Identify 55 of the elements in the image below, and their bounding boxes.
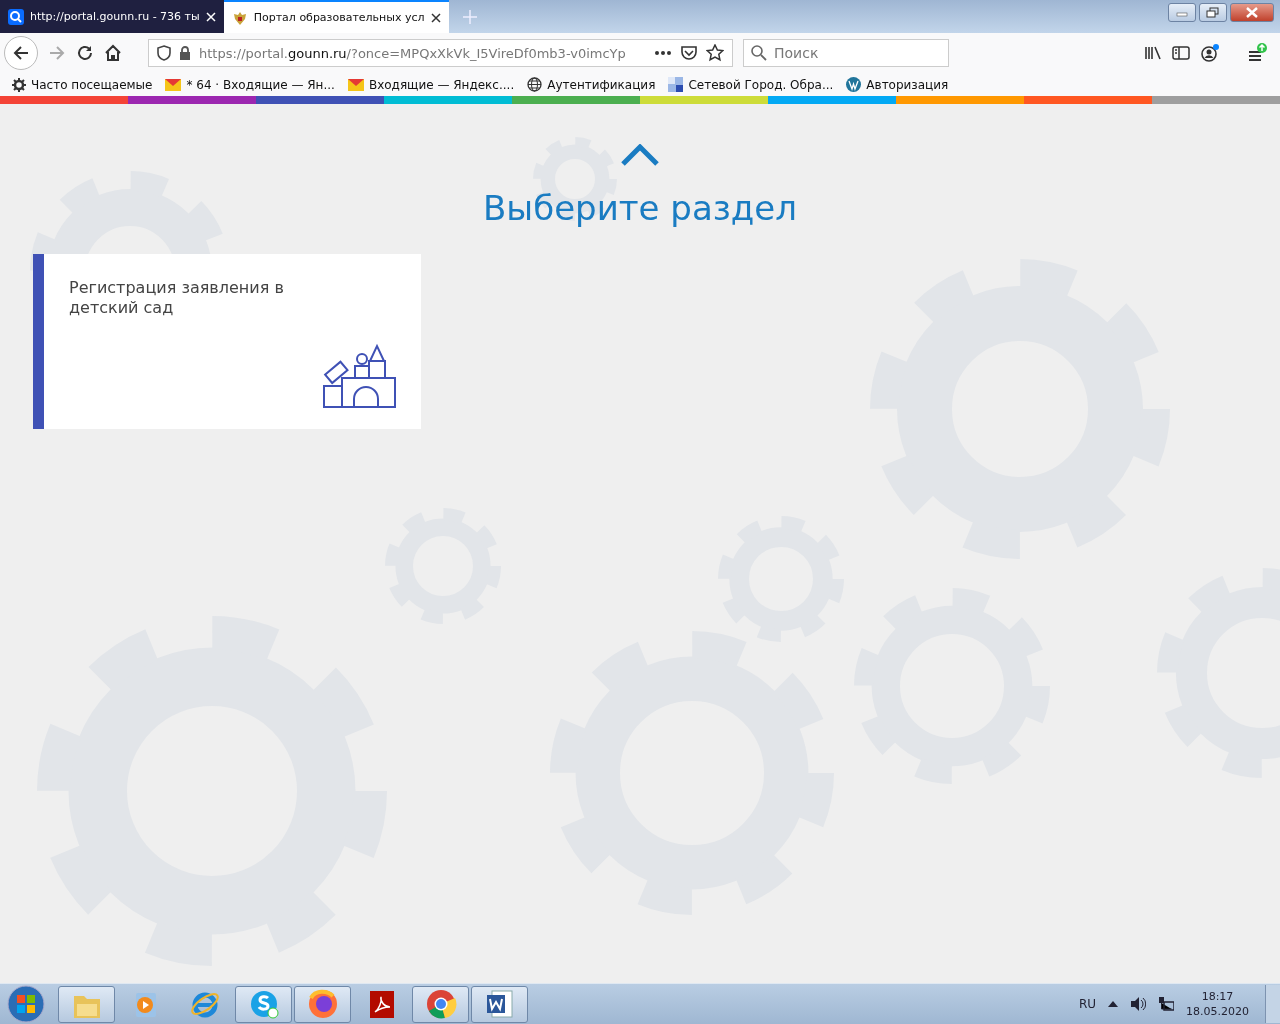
- search-icon: [8, 8, 24, 25]
- card-title: Регистрация заявления в детский сад: [69, 278, 285, 318]
- building-blocks-icon: [323, 342, 397, 409]
- address-bar[interactable]: https://portal.gounn.ru/?once=MPQxXkVk_I5VireDf0mb3-v0imcYp: [148, 39, 733, 67]
- taskbar-button[interactable]: [58, 985, 115, 1023]
- tab-title: Портал образовательных усл: [253, 11, 425, 24]
- bookmark-item[interactable]: Сетевой Город. Обра...: [668, 77, 834, 92]
- taskbar-button[interactable]: [294, 985, 351, 1023]
- firefox-logo-icon: [306, 988, 339, 1020]
- envelope-icon: [165, 78, 182, 91]
- library-icon[interactable]: [1144, 45, 1162, 61]
- taskbar-button[interactable]: [412, 985, 469, 1023]
- bookmark-item[interactable]: Входящие — Яндекс....: [347, 77, 515, 92]
- search-icon: [751, 45, 767, 61]
- bookmark-item[interactable]: Часто посещаемые: [12, 77, 153, 92]
- browser-tab[interactable]: http://portal.gounn.ru - 736 ты: [0, 0, 224, 33]
- home-icon[interactable]: [104, 44, 122, 62]
- chrome-logo-icon: [424, 988, 457, 1020]
- padlock-icon: [179, 46, 191, 60]
- bookmark-item[interactable]: * 64 · Входящие — Ян...: [165, 77, 335, 92]
- globe-icon: [527, 77, 543, 92]
- more-icon[interactable]: [654, 50, 672, 56]
- chevron-up-icon[interactable]: [621, 144, 659, 166]
- network-icon[interactable]: [1158, 996, 1174, 1012]
- wordpress-logo-icon: [846, 77, 862, 92]
- bookmark-item[interactable]: Авторизация: [846, 77, 949, 92]
- clock[interactable]: 18:17 18.05.2020: [1186, 989, 1249, 1019]
- speaker-icon[interactable]: [1130, 996, 1146, 1012]
- tab-title: http://portal.gounn.ru - 736 ты: [30, 10, 200, 23]
- reload-icon[interactable]: [76, 44, 94, 62]
- gear-icon: [12, 77, 26, 92]
- page-heading: Выберите раздел: [483, 188, 797, 228]
- windows-logo-icon[interactable]: [6, 984, 46, 1024]
- close-icon[interactable]: [430, 12, 441, 23]
- taskbar-button[interactable]: [471, 985, 528, 1023]
- menu-icon[interactable]: [1246, 42, 1268, 64]
- show-hidden-icons-icon[interactable]: [1108, 1000, 1118, 1008]
- search-field[interactable]: Поиск: [743, 39, 949, 67]
- taskbar-button[interactable]: [235, 985, 292, 1023]
- browser-tab[interactable]: Портал образовательных усл: [223, 0, 449, 33]
- section-card[interactable]: Регистрация заявления в детский сад: [33, 254, 421, 429]
- sidebar-icon[interactable]: [1172, 45, 1190, 61]
- url-text: https://portal.gounn.ru/?once=MPQxXkVk_I5VireDf0mb3-v0imcYp: [199, 45, 627, 61]
- tiles-icon: [668, 77, 684, 92]
- pocket-icon[interactable]: [680, 44, 698, 62]
- back-arrow-icon: [12, 44, 30, 62]
- back-button[interactable]: [4, 36, 38, 70]
- bookmark-item[interactable]: Аутентификация: [527, 77, 656, 92]
- restore-icon[interactable]: [1199, 3, 1227, 22]
- language-indicator[interactable]: RU: [1078, 997, 1096, 1011]
- envelope-icon: [347, 78, 364, 91]
- minimize-icon[interactable]: [1168, 3, 1196, 22]
- account-icon[interactable]: [1200, 44, 1220, 62]
- shield-icon: [157, 45, 171, 61]
- star-icon[interactable]: [706, 44, 724, 62]
